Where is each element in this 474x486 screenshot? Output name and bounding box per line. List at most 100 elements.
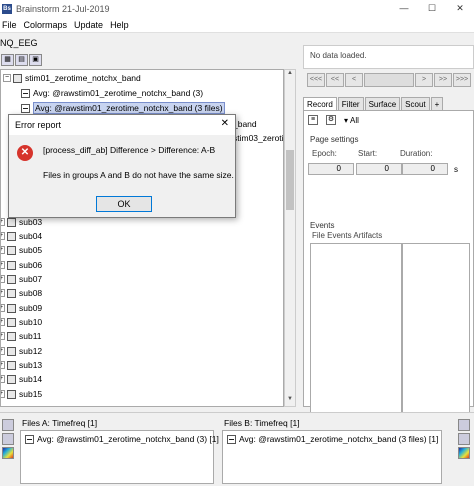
tree-row-subject[interactable]: + sub10 <box>1 315 43 329</box>
scroll-down-icon[interactable]: ▼ <box>285 396 295 406</box>
nav-step-back-button[interactable]: < <box>345 73 363 87</box>
tree-row-subject[interactable]: + sub14 <box>1 372 43 386</box>
tree-row-partial[interactable]: stim03_zerotim <box>233 131 284 145</box>
files-b-item-label: Avg: @rawstim01_zerotime_notchx_band (3 … <box>239 434 439 444</box>
tree-row-subject[interactable]: + sub12 <box>1 344 43 358</box>
maximize-button[interactable]: ☐ <box>418 0 446 17</box>
partial-label: stim03_zerotim <box>233 133 284 143</box>
nav-fast-back-button[interactable]: <<< <box>307 73 325 87</box>
tree-item-label: Avg: @rawstim01_zerotime_notchx_band (3 … <box>33 102 225 114</box>
duration-unit: s <box>454 165 458 174</box>
tree-row-subject[interactable]: + sub06 <box>1 258 42 272</box>
scrollbar-thumb[interactable] <box>286 150 294 210</box>
expand-icon[interactable]: + <box>1 390 5 398</box>
montage-selector[interactable]: All <box>350 116 359 125</box>
montage-dropdown-arrow-icon[interactable]: ▾ <box>344 116 348 125</box>
tree-scrollbar[interactable]: ▲ ▼ <box>284 69 296 407</box>
expand-icon[interactable]: + <box>1 275 5 283</box>
dialog-close-button[interactable]: ✕ <box>221 118 229 129</box>
minimize-button[interactable]: — <box>390 0 418 17</box>
expand-icon[interactable]: + <box>1 347 5 355</box>
duration-field[interactable]: 0 <box>402 163 448 175</box>
process-files-panel: Files A: Timefreq [1] Avg: @rawstim01_ze… <box>0 412 474 486</box>
start-field[interactable]: 0 <box>356 163 402 175</box>
menu-file[interactable]: File <box>2 20 17 30</box>
tree-row-subject[interactable]: + sub09 <box>1 301 43 315</box>
process-sort-icon[interactable] <box>458 433 470 445</box>
protocol-name[interactable]: NQ_EEG <box>0 38 38 48</box>
view-anatomy-icon[interactable]: ▤ <box>15 54 28 66</box>
nav-fast-forward-button[interactable]: >>> <box>453 73 471 87</box>
process-one-icon[interactable] <box>2 419 14 431</box>
view-functional-icon[interactable]: ▦ <box>1 54 14 66</box>
condition-label: stim01_zerotime_notchx_band <box>25 73 141 83</box>
files-a-item[interactable]: Avg: @rawstim01_zerotime_notchx_band (3)… <box>25 434 219 444</box>
close-window-button[interactable]: ✕ <box>446 0 474 17</box>
epoch-spinner[interactable]: 0 <box>308 163 354 175</box>
scroll-up-icon[interactable]: ▲ <box>285 70 295 80</box>
display-mode-icon[interactable]: ≡ <box>308 115 318 125</box>
timefreq-heatmap-icon[interactable] <box>2 447 14 459</box>
expand-icon[interactable]: + <box>1 289 5 297</box>
process-side-toolbar <box>0 417 16 461</box>
time-slider[interactable] <box>364 73 414 87</box>
expand-icon[interactable]: + <box>1 332 5 340</box>
error-icon: ✕ <box>17 145 33 161</box>
collapse-icon[interactable]: − <box>3 74 11 82</box>
process-swap-icon[interactable] <box>458 419 470 431</box>
subject-label: sub14 <box>19 374 43 384</box>
menu-update[interactable]: Update <box>74 20 103 30</box>
tree-row-subject[interactable]: + sub15 <box>1 387 42 401</box>
record-tab-content: ≡ ⚙ ▾ All Page settings Epoch: Start: Du… <box>303 110 474 433</box>
tree-row-subject[interactable]: + sub05 <box>1 243 43 257</box>
tree-row-avg-1[interactable]: Avg: @rawstim01_zerotime_notchx_band (3) <box>21 86 203 100</box>
files-b-item[interactable]: Avg: @rawstim01_zerotime_notchx_band (3 … <box>227 434 438 444</box>
process-two-icon[interactable] <box>2 433 14 445</box>
dialog-title: Error report <box>15 120 62 130</box>
expand-icon[interactable]: + <box>1 232 5 240</box>
database-explorer: NQ_EEG ▦ ▤ ▣ − stim01_zerotime_notchx_ba… <box>0 35 298 407</box>
tree-row-subject[interactable]: + sub04 <box>1 229 43 243</box>
tree-row-subject[interactable]: + sub08 <box>1 286 42 300</box>
expand-icon[interactable]: + <box>1 246 5 254</box>
timefreq-heatmap-icon[interactable] <box>458 447 470 459</box>
event-groups-list[interactable] <box>310 243 402 433</box>
partial-label: _band <box>233 119 257 129</box>
tree-row-condition[interactable]: − stim01_zerotime_notchx_band <box>3 71 141 85</box>
gear-icon[interactable]: ⚙ <box>326 115 336 125</box>
subject-label: sub09 <box>19 303 43 313</box>
expand-icon[interactable]: + <box>1 304 5 312</box>
tree-row-subject[interactable]: + sub13 <box>1 358 43 372</box>
tree-row-subject[interactable]: + sub07 <box>1 272 42 286</box>
files-b-list[interactable]: Avg: @rawstim01_zerotime_notchx_band (3 … <box>222 430 442 484</box>
files-a-title: Files A: Timefreq [1] <box>22 418 98 428</box>
events-menubar[interactable]: File Events Artifacts <box>312 231 382 240</box>
subject-label: sub04 <box>19 231 43 241</box>
nav-forward-button[interactable]: >> <box>434 73 452 87</box>
expand-icon[interactable]: + <box>1 318 5 326</box>
tree-row-partial[interactable]: _band <box>233 117 257 131</box>
files-a-list[interactable]: Avg: @rawstim01_zerotime_notchx_band (3)… <box>20 430 219 484</box>
menu-colormaps[interactable]: Colormaps <box>24 20 68 30</box>
subject-label: sub13 <box>19 360 43 370</box>
menu-help[interactable]: Help <box>110 20 129 30</box>
subject-label: sub12 <box>19 346 43 356</box>
subject-label: sub10 <box>19 317 43 327</box>
expand-icon[interactable]: + <box>1 375 5 383</box>
expand-icon[interactable]: + <box>1 361 5 369</box>
view-process-icon[interactable]: ▣ <box>29 54 42 66</box>
time-navigation: <<< << < > >> >>> <box>307 73 472 87</box>
subject-label: sub11 <box>19 331 42 341</box>
nav-back-button[interactable]: << <box>326 73 344 87</box>
expand-icon[interactable]: + <box>1 261 5 269</box>
tree-row-avg-2[interactable]: Avg: @rawstim01_zerotime_notchx_band (3 … <box>21 101 225 115</box>
event-occurrences-list[interactable] <box>402 243 470 433</box>
files-b-title: Files B: Timefreq [1] <box>224 418 300 428</box>
nav-step-forward-button[interactable]: > <box>415 73 433 87</box>
ok-button[interactable]: OK <box>96 196 152 212</box>
subject-icon <box>7 217 16 227</box>
duration-label: Duration: <box>400 149 433 158</box>
tree-row-subject[interactable]: + sub11 <box>1 329 42 343</box>
subject-label: sub05 <box>19 245 43 255</box>
expand-icon[interactable]: + <box>1 218 5 226</box>
